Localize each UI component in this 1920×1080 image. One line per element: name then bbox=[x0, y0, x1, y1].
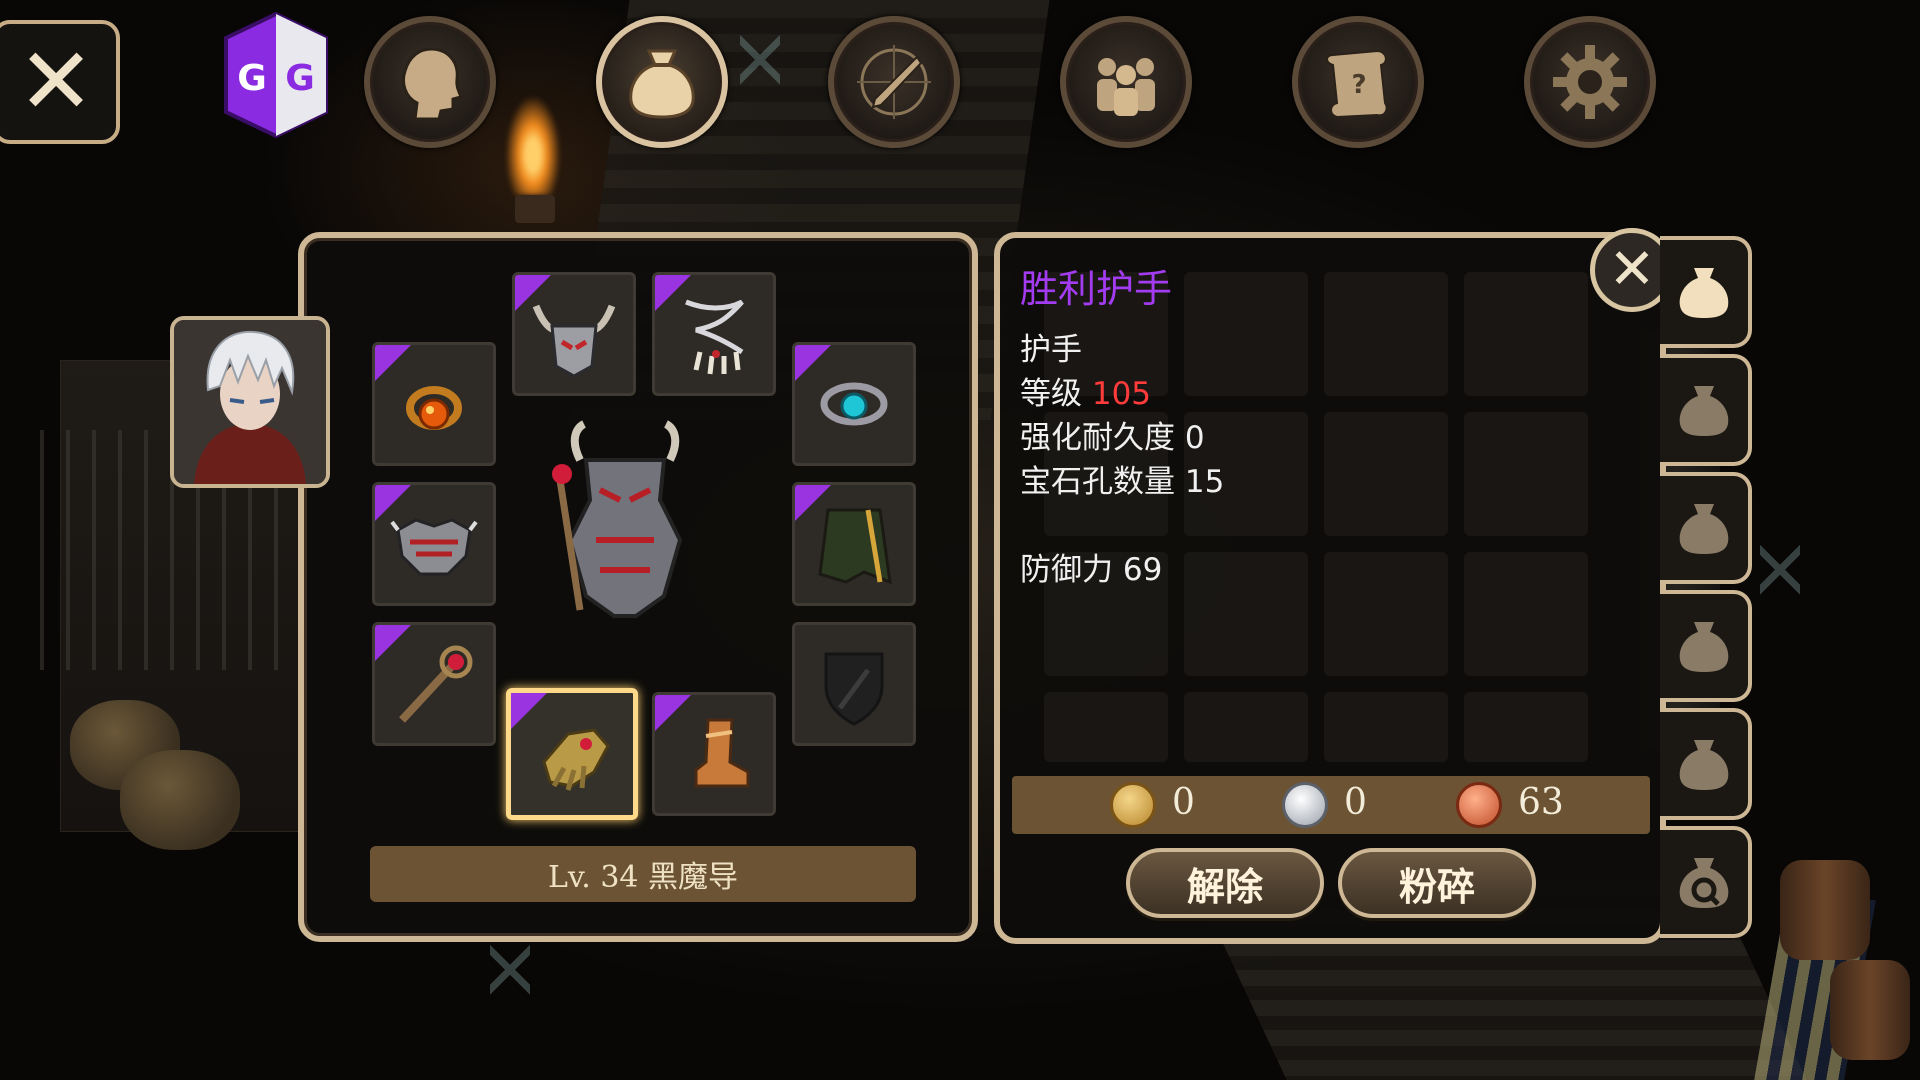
bag-tab-4[interactable] bbox=[1660, 590, 1752, 702]
nav-party-button[interactable] bbox=[1060, 16, 1192, 148]
wall-ornament bbox=[740, 30, 780, 90]
equip-slot-armor[interactable] bbox=[372, 482, 496, 606]
people-icon bbox=[1097, 58, 1155, 116]
wall-ornament bbox=[490, 940, 530, 1000]
item-type: 护手 bbox=[1020, 332, 1082, 368]
equip-slot-offhand[interactable] bbox=[792, 622, 916, 746]
bag-tab-2[interactable] bbox=[1660, 354, 1752, 466]
bag-tab-1[interactable] bbox=[1660, 236, 1752, 348]
rarity-marker bbox=[795, 345, 831, 381]
inventory-slot bbox=[1464, 412, 1588, 536]
equip-slot-helmet[interactable] bbox=[512, 272, 636, 396]
equip-slot-necklace[interactable] bbox=[652, 272, 776, 396]
bag-icon bbox=[1679, 268, 1729, 318]
close-icon: ✕ bbox=[17, 28, 95, 135]
smash-button[interactable]: 粉碎 bbox=[1338, 848, 1536, 918]
inventory-slot bbox=[1324, 552, 1448, 676]
nav-skills-button[interactable] bbox=[828, 16, 960, 148]
bag-icon bbox=[1679, 740, 1729, 790]
close-menu-button[interactable]: ✕ bbox=[0, 20, 120, 144]
item-level: 等级 105 bbox=[1020, 368, 1151, 413]
equip-slot-boots[interactable] bbox=[652, 692, 776, 816]
bag-icon bbox=[1679, 504, 1729, 554]
avatar bbox=[174, 320, 326, 484]
bag-tab-3[interactable] bbox=[1660, 472, 1752, 584]
silver-amount: 0 bbox=[1344, 782, 1367, 823]
item-gem-slots: 宝石孔数量 15 bbox=[1020, 464, 1225, 500]
barrel bbox=[1780, 860, 1870, 960]
inventory-slot bbox=[1324, 272, 1448, 396]
inventory-slot bbox=[1184, 692, 1308, 762]
inventory-slot bbox=[1184, 272, 1308, 396]
inventory-slot bbox=[1464, 272, 1588, 396]
silver-coin-icon bbox=[1282, 782, 1328, 828]
gold-coin-icon bbox=[1110, 782, 1156, 828]
equip-slot-weapon[interactable] bbox=[372, 622, 496, 746]
equip-slot-gloves[interactable] bbox=[506, 688, 638, 820]
rarity-marker bbox=[515, 275, 551, 311]
inventory-slot bbox=[1324, 412, 1448, 536]
bag-icon bbox=[1679, 386, 1729, 436]
head-icon bbox=[402, 47, 463, 121]
inventory-slot bbox=[1184, 552, 1308, 676]
gear-icon bbox=[1553, 45, 1627, 119]
sword-compass-icon bbox=[857, 45, 931, 119]
barrel bbox=[1830, 960, 1910, 1060]
torch-flame bbox=[505, 95, 561, 195]
item-defense: 防御力 69 bbox=[1020, 552, 1163, 588]
close-icon: ✕ bbox=[1608, 237, 1656, 302]
bag-tab-quest[interactable] bbox=[1660, 826, 1752, 938]
copper-amount: 63 bbox=[1518, 782, 1564, 823]
gold-amount: 0 bbox=[1172, 782, 1195, 823]
rarity-marker bbox=[511, 693, 547, 729]
rarity-marker bbox=[375, 345, 411, 381]
item-level-label: 等级 bbox=[1020, 376, 1082, 412]
character-preview bbox=[552, 420, 683, 618]
wall-ornament bbox=[1760, 540, 1800, 600]
equip-slot-ring-left[interactable] bbox=[372, 342, 496, 466]
character-portrait[interactable] bbox=[170, 316, 330, 488]
currency-bar: 0 0 63 bbox=[1012, 776, 1650, 834]
svg-text:?: ? bbox=[1351, 70, 1366, 100]
torch-holder bbox=[515, 195, 555, 223]
item-durability: 强化耐久度 0 bbox=[1020, 420, 1205, 456]
bag-icon bbox=[629, 49, 695, 119]
nav-quests-button[interactable]: ? bbox=[1292, 16, 1424, 148]
rarity-marker bbox=[655, 275, 691, 311]
quest-bag-icon bbox=[1679, 858, 1729, 908]
inventory-slot bbox=[1464, 552, 1588, 676]
grain-sack bbox=[120, 750, 240, 850]
rarity-marker bbox=[655, 695, 691, 731]
item-name: 胜利护手 bbox=[1020, 267, 1173, 311]
shield-sword-icon bbox=[824, 652, 884, 726]
inventory-slot bbox=[1044, 692, 1168, 762]
character-level-class: Lv. 34 黑魔导 bbox=[370, 846, 916, 902]
rarity-marker bbox=[375, 625, 411, 661]
gg-letter-left: G bbox=[237, 58, 267, 99]
rarity-marker bbox=[375, 485, 411, 521]
unequip-button[interactable]: 解除 bbox=[1126, 848, 1324, 918]
equip-slot-ring-right[interactable] bbox=[792, 342, 916, 466]
inventory-slot bbox=[1324, 692, 1448, 762]
nav-settings-button[interactable] bbox=[1524, 16, 1656, 148]
bag-icon bbox=[1679, 622, 1729, 672]
item-level-value: 105 bbox=[1091, 376, 1152, 412]
nav-character-button[interactable] bbox=[364, 16, 496, 148]
bag-tab-5[interactable] bbox=[1660, 708, 1752, 820]
inventory-slot bbox=[1464, 692, 1588, 762]
game-guardian-icon[interactable]: G G bbox=[222, 12, 330, 138]
gg-letter-right: G bbox=[285, 58, 315, 99]
copper-coin-icon bbox=[1456, 782, 1502, 828]
rarity-marker bbox=[795, 485, 831, 521]
scroll-icon: ? bbox=[1326, 49, 1388, 119]
equip-slot-cape[interactable] bbox=[792, 482, 916, 606]
nav-inventory-button[interactable] bbox=[596, 16, 728, 148]
